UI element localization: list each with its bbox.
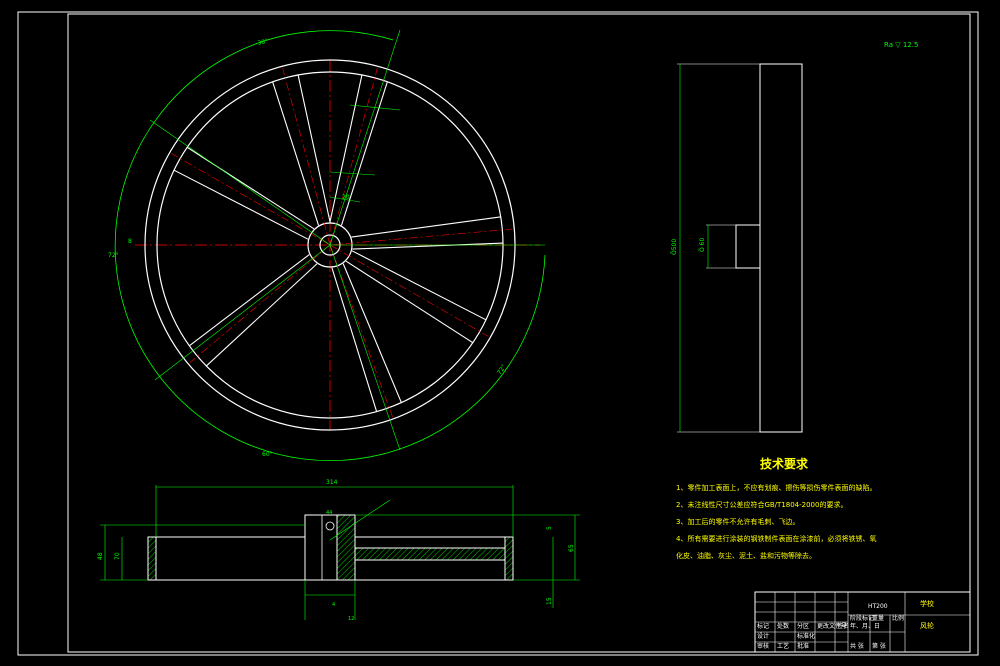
section-right-rim	[504, 536, 514, 581]
title-block-cell: 分区	[797, 622, 809, 630]
angle-right-label: 72°	[496, 363, 508, 376]
tech-item-1: 1、零件加工表面上，不应有划痕、擦伤等损伤零件表面的缺陷。	[676, 483, 876, 492]
section-right-big-label: 65	[568, 544, 575, 552]
spoke-center-line	[171, 153, 331, 246]
tech-title: 技术要求	[760, 456, 809, 471]
cad-drawing-canvas: Ra ▽ 12.5 30° 72° 60° 72° 8 20 Ö500 Ö 60…	[17, 11, 979, 656]
section-total-label: 48	[97, 552, 104, 560]
section-left-label: 70	[114, 552, 121, 560]
roughness-symbol: Ra ▽ 12.5	[884, 41, 918, 49]
side-view: Ö500 Ö 60	[671, 63, 803, 433]
spoke-edge	[345, 260, 474, 344]
title-block-cell: 处数	[777, 622, 789, 630]
title-block-cell: 共 张	[850, 642, 864, 650]
hub-width-label: 20	[342, 194, 350, 201]
spoke-center-line	[282, 68, 331, 246]
title-block-cell: 标记	[757, 622, 769, 630]
angle-top-label: 30°	[257, 38, 269, 47]
title-block-cell: 批准	[797, 642, 809, 650]
tech-requirements: 技术要求 1、零件加工表面上，不应有划痕、擦伤等损伤零件表面的缺陷。 2、未注线…	[676, 456, 876, 560]
dim-line-bottom	[154, 244, 331, 381]
title-block-cell: 年、月、日	[850, 622, 880, 630]
spoke-edge	[351, 250, 487, 321]
title-block-cell: 审核	[757, 642, 769, 650]
tech-item-3: 3、加工后的零件不允许有毛刺、飞边。	[676, 517, 799, 526]
spoke-edge	[271, 81, 320, 226]
section-bottom-left-label: 12	[348, 616, 354, 622]
section-hole	[325, 521, 335, 531]
side-hub-label: Ö 60	[699, 238, 706, 252]
tech-item-2: 2、未注线性尺寸公差应符合GB/T1804-2000的要求。	[676, 500, 847, 509]
side-hub	[735, 224, 761, 269]
title-block-cell: 比例	[892, 614, 904, 622]
title-block-cell: 签名	[837, 622, 849, 630]
spoke-center-line	[329, 244, 489, 337]
section-bottom-small-label: 4	[332, 602, 335, 608]
section-bottom-right-label: 15	[546, 597, 553, 605]
angle-left-label: 72°	[108, 252, 119, 259]
title-block-cell: 标准化	[797, 632, 815, 640]
title-block-cell: 设计	[757, 632, 769, 640]
tech-item-4: 4、所有需要进行涂装的钢铁制件表面在涂漆前，必须将铁锈、氧	[676, 534, 876, 543]
section-left-rim	[147, 536, 157, 581]
spoke-edge	[340, 81, 389, 226]
spoke-edge	[186, 146, 315, 230]
side-body	[759, 63, 803, 433]
spoke-edge	[188, 254, 310, 347]
spoke-edge	[297, 74, 331, 223]
tb-school: 学校	[920, 599, 934, 608]
spoke-dim-1	[329, 171, 376, 176]
dim-line-top	[329, 29, 401, 246]
tb-part-name: 风轮	[920, 621, 934, 630]
spoke-center-line	[189, 244, 331, 363]
spoke-center-line	[329, 228, 513, 246]
front-view: 30° 72° 60° 72° 8 20	[108, 29, 546, 462]
section-spoke-hatch	[354, 547, 506, 561]
tb-material: HT200	[868, 603, 888, 610]
spoke-edge	[351, 216, 502, 238]
section-hub-dim-label: 44	[326, 510, 332, 516]
spoke-edge	[352, 242, 504, 250]
spokes	[171, 68, 513, 418]
title-block-cell: 阶段标记	[850, 614, 874, 622]
angle-bottom-label: 60°	[262, 451, 273, 458]
section-length-label: 314	[326, 479, 338, 486]
title-block-cell: 重量	[872, 614, 884, 622]
dim-line-lower-right	[329, 244, 401, 451]
spoke-dim-3	[349, 104, 401, 111]
side-height-label: Ö500	[671, 239, 678, 255]
spoke-edge	[173, 169, 309, 240]
title-block-cell: 工艺	[777, 642, 789, 650]
tech-item-5: 化皮、油脂、灰尘、泥土、盐和污物等除去。	[676, 551, 816, 560]
title-block: HT200 学校 风轮 标记 处数 分区 更改文件号签名 年、月、日设计 标准化阶段标记重…	[754, 591, 971, 653]
spoke-edge	[205, 263, 318, 367]
spoke-center-line	[329, 68, 378, 246]
small-left-label: 8	[128, 238, 132, 245]
dim-line-left	[149, 119, 331, 246]
section-view: 314 44 48 70 5 65 15 12 4	[97, 479, 580, 622]
section-hub-hatch	[336, 514, 356, 581]
title-block-cell: 第 张	[872, 642, 886, 650]
section-right-small-label: 5	[546, 526, 553, 530]
